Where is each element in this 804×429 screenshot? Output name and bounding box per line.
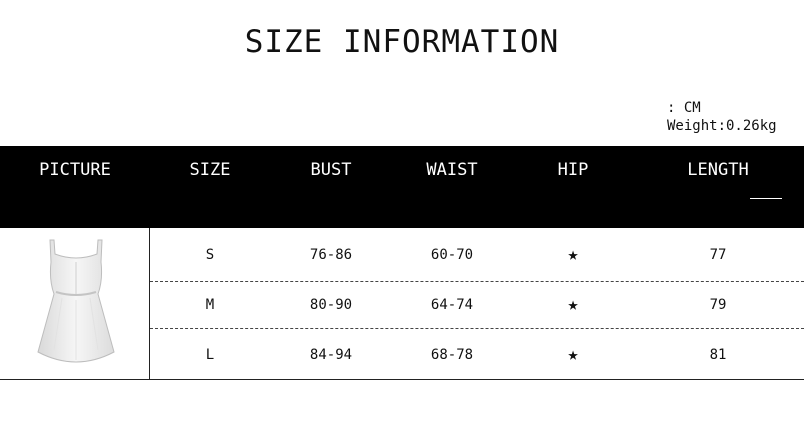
- table-bottom-border: [0, 379, 804, 380]
- measure-meta: : CM Weight:0.26kg: [667, 99, 777, 135]
- dress-image: [37, 239, 115, 363]
- cell-waist: 60-70: [430, 247, 474, 263]
- row-divider: [150, 281, 804, 282]
- cell-length: 77: [709, 247, 727, 263]
- header-length: LENGTH: [687, 160, 749, 180]
- unit-label: : CM: [667, 100, 701, 116]
- cell-bust: 76-86: [309, 247, 353, 263]
- table-header: [0, 146, 804, 228]
- cell-waist: 68-78: [430, 347, 474, 363]
- header-size: SIZE: [189, 160, 231, 180]
- star-icon: ★: [567, 294, 579, 315]
- header-bust: BUST: [310, 160, 352, 180]
- header-picture: PICTURE: [39, 160, 111, 180]
- page-title: SIZE INFORMATION: [244, 24, 560, 60]
- cell-length: 79: [709, 297, 727, 313]
- cell-waist: 64-74: [430, 297, 474, 313]
- cell-length: 81: [709, 347, 727, 363]
- cell-bust: 84-94: [309, 347, 353, 363]
- cell-size: M: [205, 297, 215, 313]
- cell-size: S: [205, 247, 215, 263]
- cell-bust: 80-90: [309, 297, 353, 313]
- header-underline: [750, 198, 782, 199]
- header-waist: WAIST: [426, 160, 478, 180]
- header-hip: HIP: [557, 160, 589, 180]
- star-icon: ★: [567, 244, 579, 265]
- cell-size: L: [205, 347, 215, 363]
- row-divider: [150, 328, 804, 329]
- star-icon: ★: [567, 344, 579, 365]
- weight-label: Weight:0.26kg: [667, 118, 777, 134]
